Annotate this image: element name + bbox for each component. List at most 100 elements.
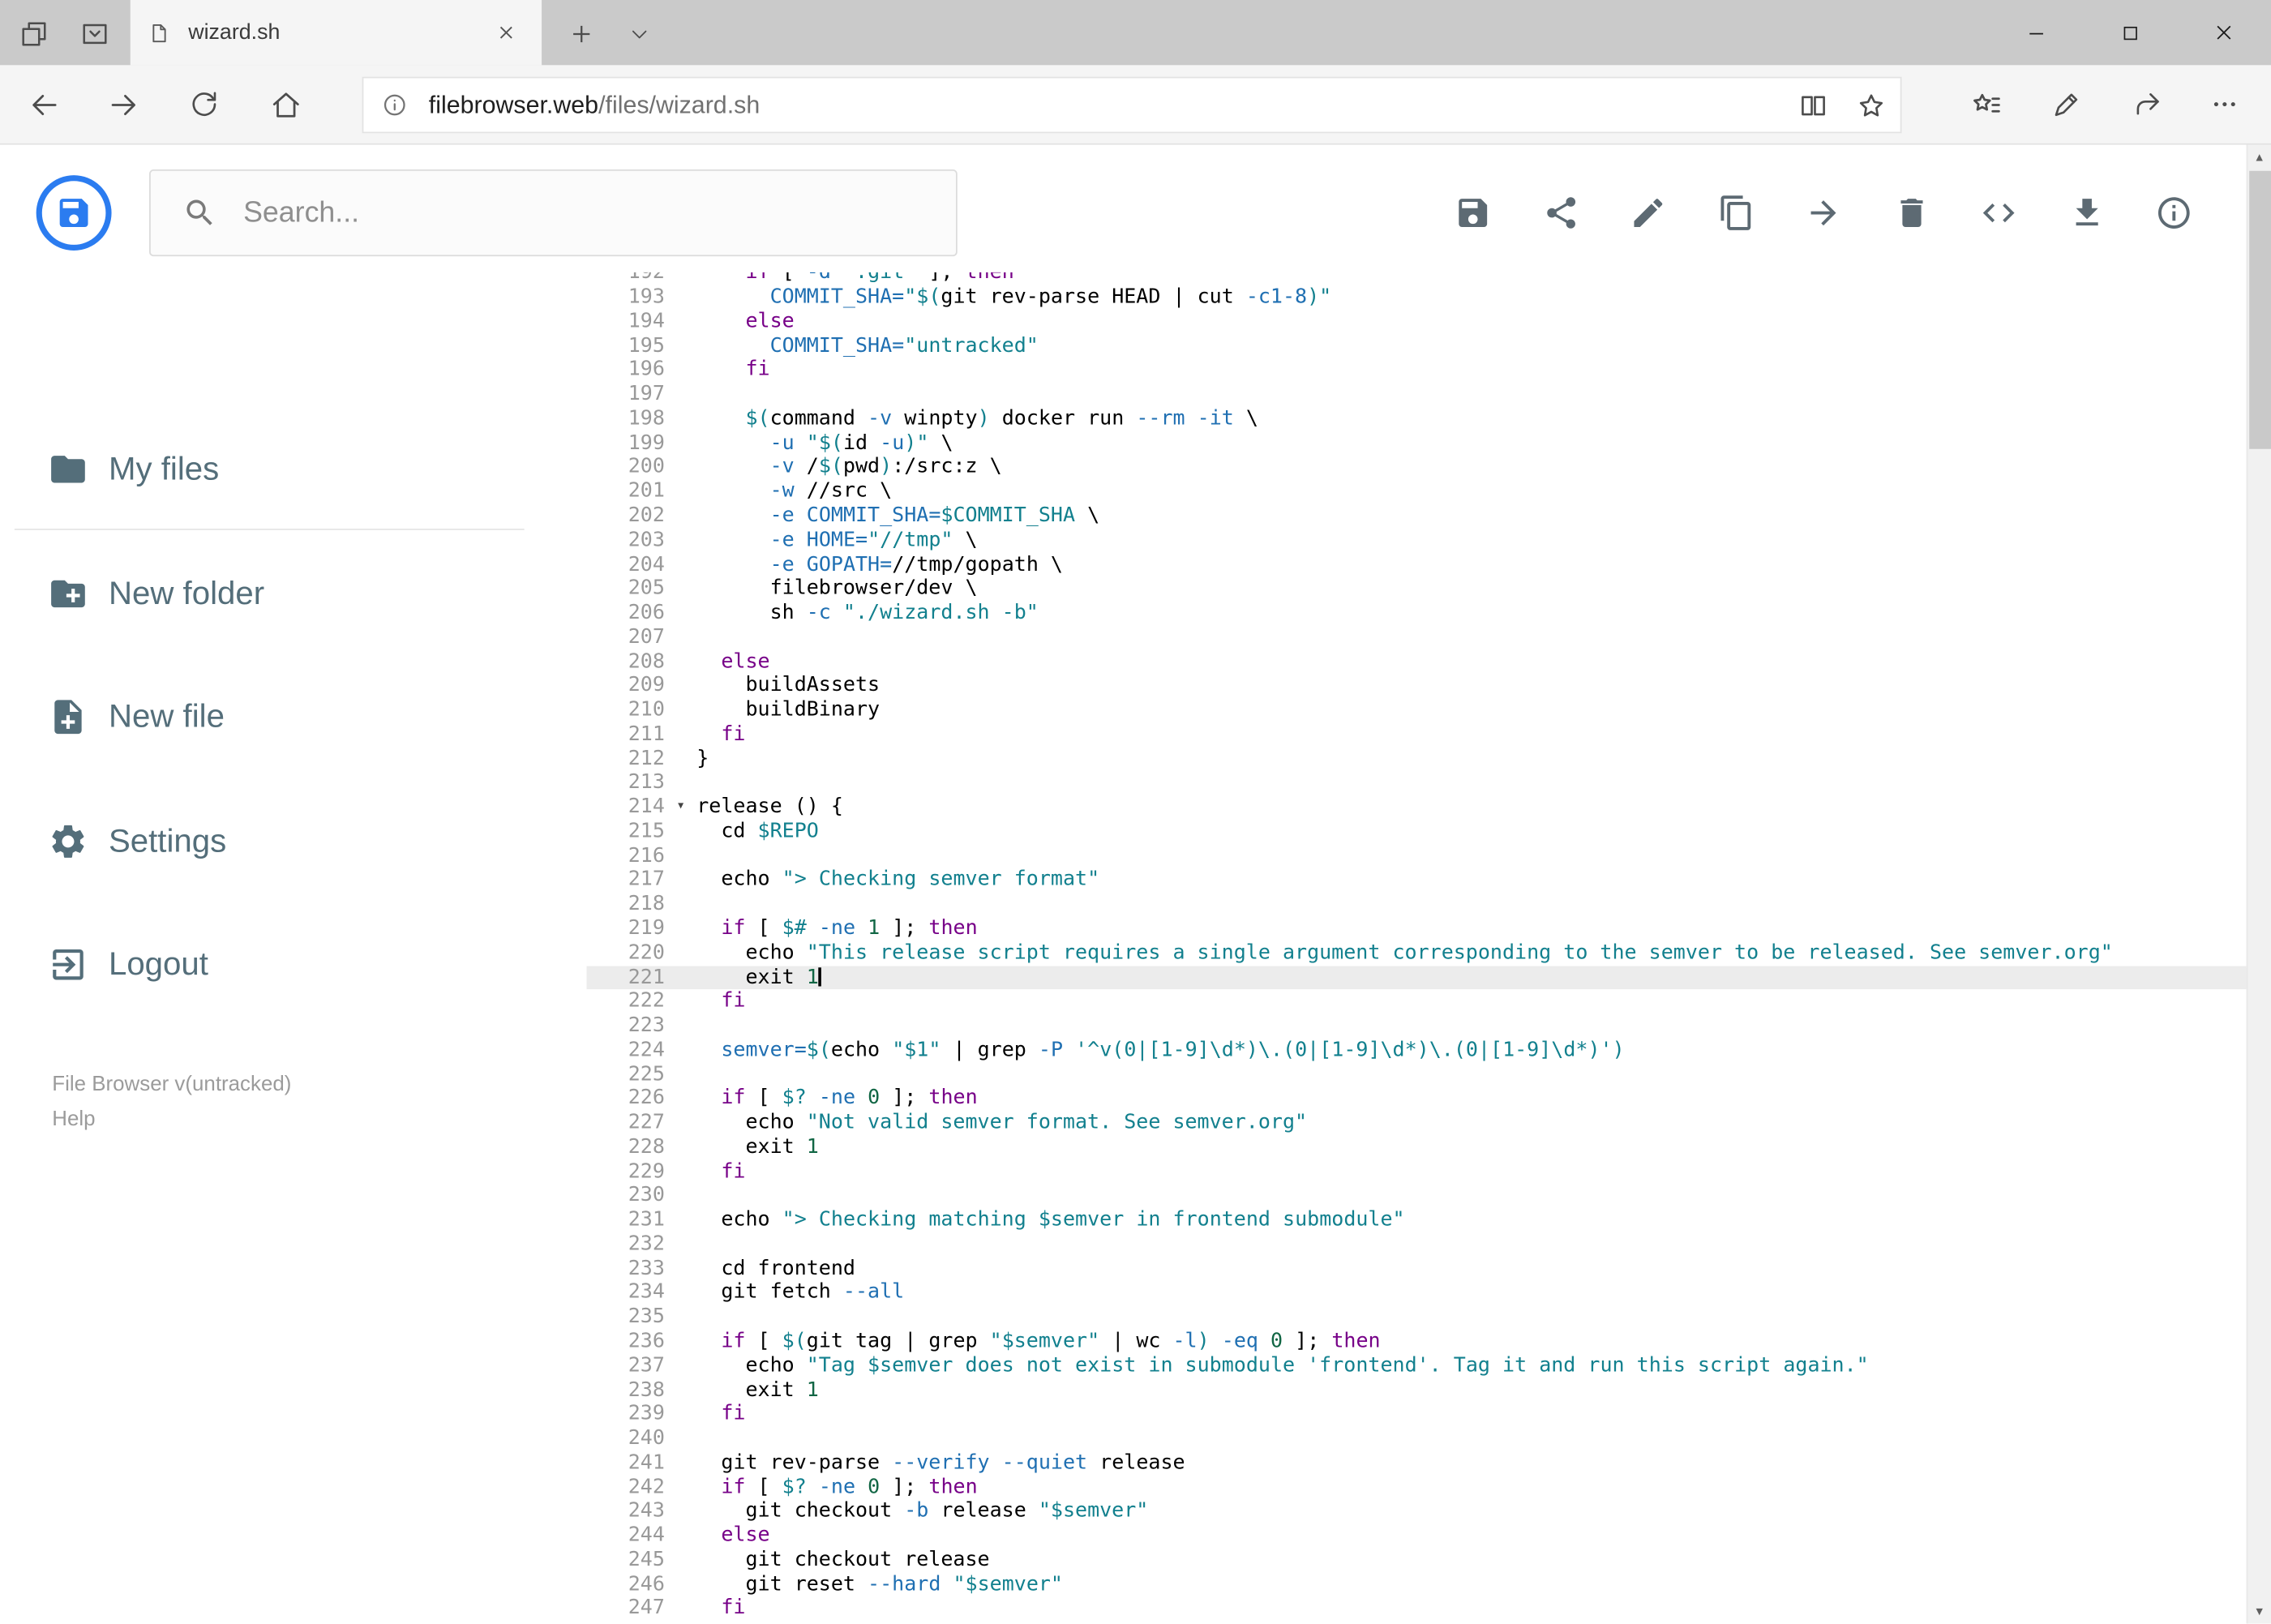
sidebar-item-logout[interactable]: Logout <box>0 921 586 1008</box>
sidebar-item-new-file[interactable]: New file <box>0 674 586 761</box>
code-line[interactable]: 230 <box>586 1184 2246 1208</box>
code-line[interactable]: 237 echo "Tag $semver does not exist in … <box>586 1354 2246 1378</box>
close-button[interactable] <box>2177 0 2271 65</box>
reading-view-icon[interactable] <box>1785 79 1842 131</box>
code-line[interactable]: 235 <box>586 1305 2246 1330</box>
code-line[interactable]: 240 <box>586 1427 2246 1451</box>
tab-close-icon[interactable] <box>486 14 524 51</box>
forward-icon[interactable] <box>92 81 156 127</box>
info-button[interactable] <box>2155 194 2192 231</box>
code-line[interactable]: 216 <box>586 844 2246 868</box>
code-line[interactable]: 228 exit 1 <box>586 1135 2246 1159</box>
code-line[interactable]: 227 echo "Not valid semver format. See s… <box>586 1111 2246 1135</box>
code-line[interactable]: 197 <box>586 383 2246 407</box>
edit-button[interactable] <box>1630 194 1667 231</box>
sidebar-item-my-files[interactable]: My files <box>0 426 586 512</box>
raw-code-button[interactable] <box>1980 194 2017 231</box>
code-line[interactable]: 224 semver=$(echo "$1" | grep -P '^v(0|[… <box>586 1038 2246 1062</box>
code-line[interactable]: 201 -w //src \ <box>586 480 2246 504</box>
code-line[interactable]: 225 <box>586 1062 2246 1086</box>
delete-button[interactable] <box>1892 194 1930 231</box>
code-line[interactable]: 202 -e COMMIT_SHA=$COMMIT_SHA \ <box>586 504 2246 529</box>
search-input[interactable] <box>243 196 910 230</box>
hub-favorites-icon[interactable] <box>1954 81 2018 127</box>
code-line[interactable]: 211 fi <box>586 722 2246 747</box>
code-line[interactable]: 210 buildBinary <box>586 698 2246 722</box>
home-icon[interactable] <box>254 81 318 127</box>
code-line[interactable]: 239 fi <box>586 1403 2246 1427</box>
code-line[interactable]: 198 $(command -v winpty) docker run --rm… <box>586 407 2246 431</box>
url-text[interactable]: filebrowser.web/files/wizard.sh <box>429 91 760 120</box>
back-icon[interactable] <box>11 81 75 127</box>
search-bar[interactable] <box>148 169 958 257</box>
code-line[interactable]: 219 if [ $# -ne 1 ]; then <box>586 917 2246 941</box>
filebrowser-logo-icon[interactable] <box>36 175 112 251</box>
code-line[interactable]: 208 else <box>586 649 2246 674</box>
fold-marker-icon[interactable]: ▾ <box>665 795 696 820</box>
help-link[interactable]: Help <box>52 1108 95 1132</box>
code-line[interactable]: 206 sh -c "./wizard.sh -b" <box>586 601 2246 625</box>
copy-button[interactable] <box>1717 194 1755 231</box>
code-line[interactable]: 223 <box>586 1014 2246 1039</box>
code-line[interactable]: 234 git fetch --all <box>586 1281 2246 1305</box>
move-button[interactable] <box>1805 194 1842 231</box>
code-line[interactable]: 194 else <box>586 310 2246 334</box>
code-line[interactable]: 204 -e GOPATH=//tmp/gopath \ <box>586 552 2246 576</box>
code-line[interactable]: 209 buildAssets <box>586 674 2246 698</box>
code-line[interactable]: 243 git checkout -b release "$semver" <box>586 1500 2246 1524</box>
code-line[interactable]: 199 -u "$(id -u)" \ <box>586 431 2246 456</box>
set-tabs-aside-icon[interactable] <box>9 11 58 57</box>
code-line[interactable]: 244 else <box>586 1523 2246 1548</box>
code-line[interactable]: 233 cd frontend <box>586 1257 2246 1281</box>
code-line[interactable]: 200 -v /$(pwd):/src:z \ <box>586 456 2246 480</box>
code-line[interactable]: 245 git checkout release <box>586 1548 2246 1572</box>
browser-tab[interactable]: wizard.sh <box>130 0 542 66</box>
minimize-button[interactable] <box>1989 0 2083 65</box>
scroll-up-icon[interactable]: ▲ <box>2247 145 2271 169</box>
scrollbar-thumb[interactable] <box>2249 170 2271 449</box>
code-line[interactable]: 214 ▾ release () { <box>586 795 2246 820</box>
tab-preview-icon[interactable] <box>70 11 119 57</box>
code-line[interactable]: 217 echo "> Checking semver format" <box>586 868 2246 893</box>
share-button[interactable] <box>1542 194 1579 231</box>
code-line[interactable]: 195 COMMIT_SHA="untracked" <box>586 334 2246 358</box>
more-ellipsis-icon[interactable] <box>2196 81 2253 127</box>
code-line[interactable]: 192 if [ -d ".git" ]; then <box>586 272 2246 285</box>
code-line[interactable]: 196 fi <box>586 358 2246 383</box>
code-line[interactable]: 229 fi <box>586 1159 2246 1184</box>
code-line[interactable]: 232 <box>586 1232 2246 1257</box>
address-bar[interactable]: filebrowser.web/files/wizard.sh <box>362 76 1902 134</box>
code-line[interactable]: 213 <box>586 771 2246 795</box>
sidebar-item-new-folder[interactable]: New folder <box>0 551 586 637</box>
code-line[interactable]: 226 if [ $? -ne 0 ]; then <box>586 1086 2246 1111</box>
code-line[interactable]: 212} <box>586 747 2246 771</box>
code-line[interactable]: 221 exit 1 <box>586 965 2247 990</box>
code-line[interactable]: 207 <box>586 625 2246 649</box>
code-line[interactable]: 205 filebrowser/dev \ <box>586 576 2246 601</box>
code-line[interactable]: 246 git reset --hard "$semver" <box>586 1572 2246 1596</box>
scroll-down-icon[interactable]: ▼ <box>2247 1599 2271 1623</box>
code-line[interactable]: 220 echo "This release script requires a… <box>586 941 2246 966</box>
code-editor[interactable]: 192 if [ -d ".git" ]; then 193 COMMIT_SHA… <box>586 272 2247 1624</box>
code-line[interactable]: 231 echo "> Checking matching $semver in… <box>586 1208 2246 1232</box>
download-button[interactable] <box>2067 194 2105 231</box>
code-line[interactable]: 247 fi <box>586 1596 2246 1621</box>
site-info-icon[interactable] <box>381 92 409 119</box>
code-line[interactable]: 241 git rev-parse --verify --quiet relea… <box>586 1451 2246 1476</box>
code-line[interactable]: 193 COMMIT_SHA="$(git rev-parse HEAD | c… <box>586 285 2246 310</box>
code-line[interactable]: 242 if [ $? -ne 0 ]; then <box>586 1476 2246 1500</box>
share-page-icon[interactable] <box>2116 81 2180 127</box>
code-line[interactable]: 203 -e HOME="//tmp" \ <box>586 529 2246 553</box>
refresh-icon[interactable] <box>173 81 237 127</box>
new-tab-button[interactable] <box>556 11 606 57</box>
maximize-button[interactable] <box>2083 0 2177 65</box>
code-line[interactable]: 215 cd $REPO <box>586 820 2246 844</box>
code-line[interactable]: 238 exit 1 <box>586 1378 2246 1403</box>
web-note-pen-icon[interactable] <box>2035 81 2099 127</box>
tab-list-chevron-icon[interactable] <box>617 11 661 57</box>
code-line[interactable]: 222 fi <box>586 990 2246 1014</box>
sidebar-item-settings[interactable]: Settings <box>0 798 586 885</box>
favorite-star-icon[interactable] <box>1842 79 1900 131</box>
page-scrollbar[interactable]: ▲ ▼ <box>2246 144 2271 1624</box>
code-line[interactable]: 236 if [ $(git tag | grep "$semver" | wc… <box>586 1330 2246 1354</box>
